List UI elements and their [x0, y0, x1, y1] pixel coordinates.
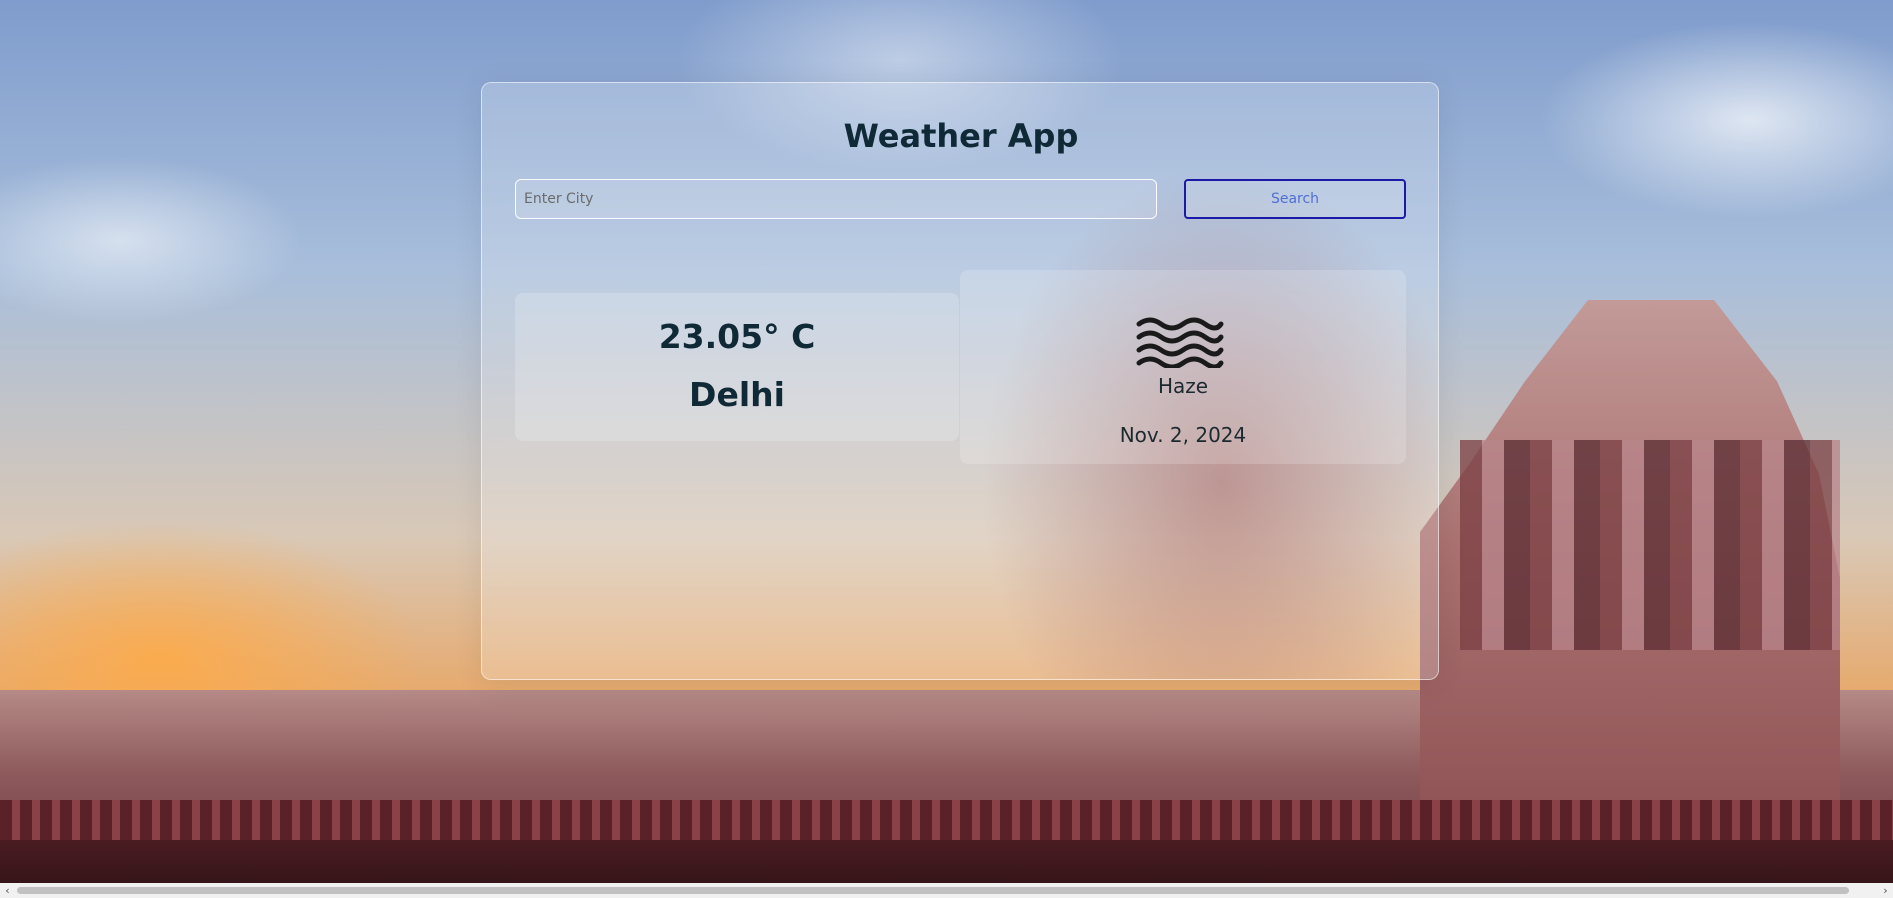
condition-panel: Haze Nov. 2, 2024	[960, 270, 1406, 464]
page-title: Weather App	[843, 117, 1079, 155]
temperature-panel: 23.05° C Delhi	[515, 293, 959, 441]
search-button[interactable]: Search	[1184, 179, 1406, 219]
scroll-right-icon[interactable]: ›	[1878, 883, 1893, 898]
condition-label: Haze	[1157, 374, 1209, 398]
city-name: Delhi	[689, 375, 785, 414]
city-search-input[interactable]	[515, 179, 1157, 219]
horizontal-scrollbar[interactable]: ‹ ›	[0, 883, 1893, 898]
scrollbar-thumb[interactable]	[17, 887, 1849, 894]
weather-card: Weather App Search 23.05° C Delhi Haze N…	[481, 82, 1439, 680]
temple-columns	[1460, 440, 1840, 650]
scroll-left-icon[interactable]: ‹	[0, 883, 15, 898]
haze-icon	[1136, 317, 1224, 368]
temple-railing	[0, 800, 1893, 840]
temperature-value: 23.05° C	[658, 317, 816, 356]
date-label: Nov. 2, 2024	[1119, 423, 1247, 447]
